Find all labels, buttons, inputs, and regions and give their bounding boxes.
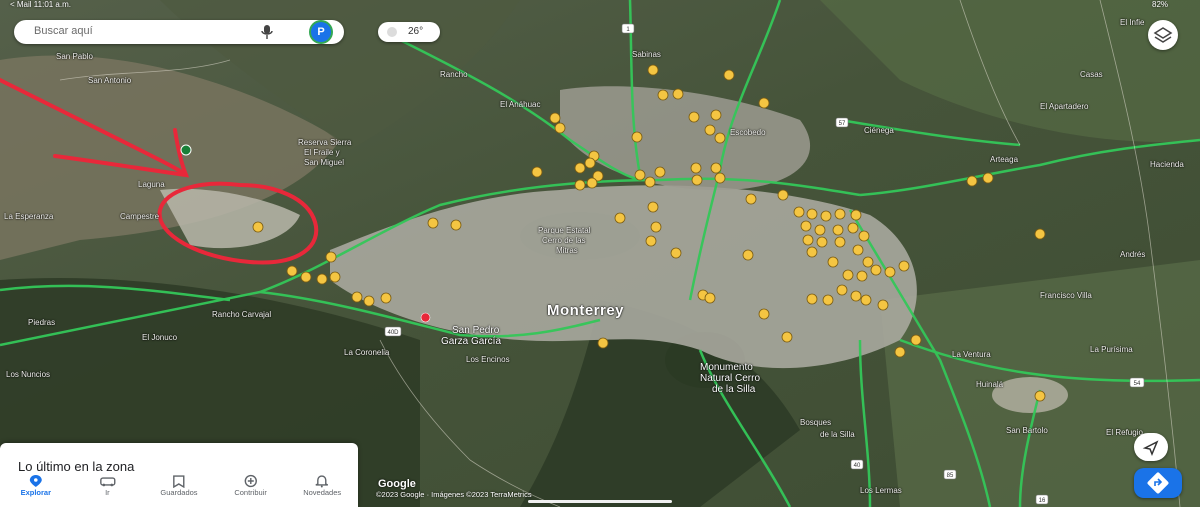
tab-label: Contribuir [234, 488, 267, 497]
add-circle-icon [244, 474, 257, 488]
label-los-nuncios[interactable]: Los Nuncios [6, 370, 50, 379]
tab-label: Guardados [160, 488, 198, 497]
bell-icon [315, 475, 329, 488]
label-andres[interactable]: Andrés [1120, 250, 1145, 259]
directions-icon [1147, 472, 1169, 494]
label-los-encinos[interactable]: Los Encinos [466, 355, 510, 364]
label-natural-cerro[interactable]: Natural Cerro [700, 373, 760, 384]
label-arteaga[interactable]: Arteaga [990, 155, 1018, 164]
map-attribution[interactable]: ©2023 Google · Imágenes ©2023 TerraMetri… [376, 490, 532, 499]
label-reserva-3[interactable]: San Miguel [304, 158, 344, 167]
weather-icon [387, 27, 397, 37]
status-battery: 82% [1152, 0, 1169, 9]
label-laguna[interactable]: Laguna [138, 180, 165, 189]
google-logo: Google [378, 478, 416, 490]
bottom-nav: Explorar Ir Guardados Contribuir Novedad… [0, 473, 358, 507]
label-de-la-silla-2[interactable]: de la Silla [820, 430, 855, 439]
weather-temperature: 26° [408, 26, 424, 37]
label-de-la-silla[interactable]: de la Silla [712, 384, 755, 395]
tab-explorar[interactable]: Explorar [0, 473, 72, 507]
label-el-infiernillo[interactable]: El Infie [1120, 18, 1144, 27]
shield-16: 16 [1039, 498, 1046, 504]
tab-label: Ir [105, 488, 110, 497]
label-parque-estatal[interactable]: Parque Estatal [538, 226, 590, 235]
label-la-purisima[interactable]: La Purísima [1090, 345, 1133, 354]
label-reserva-2[interactable]: El Fraile y [304, 148, 340, 157]
my-location-button[interactable] [1134, 433, 1168, 461]
label-escobedo[interactable]: Escobedo [730, 128, 766, 137]
layers-icon [1153, 27, 1173, 43]
weather-chip[interactable]: 26° [378, 22, 440, 42]
label-san-antonio[interactable]: San Antonio [88, 76, 131, 85]
label-la-coronelia[interactable]: La Coronelia [344, 348, 389, 357]
label-bosques[interactable]: Bosques [800, 418, 831, 427]
label-san-pablo[interactable]: San Pablo [56, 52, 93, 61]
label-campestre[interactable]: Campestre [120, 212, 159, 221]
navigation-arrow-icon [1142, 440, 1159, 456]
label-cienega[interactable]: Ciénega [864, 126, 894, 135]
label-monumento[interactable]: Monumento [700, 362, 753, 373]
shield-57: 57 [839, 121, 846, 127]
microphone-icon[interactable] [260, 24, 274, 40]
label-rancho[interactable]: Rancho [440, 70, 468, 79]
label-san-bartolo[interactable]: San Bartolo [1006, 426, 1048, 435]
label-mitras[interactable]: Mitras [556, 246, 578, 255]
label-sabinas[interactable]: Sabinas [632, 50, 661, 59]
label-la-esperanza[interactable]: La Esperanza [4, 212, 53, 221]
tab-label: Novedades [303, 488, 342, 497]
label-el-apartadero[interactable]: El Apartadero [1040, 102, 1088, 111]
label-la-ventura[interactable]: La Ventura [952, 350, 991, 359]
label-monterrey[interactable]: Monterrey [547, 302, 624, 319]
car-icon [99, 477, 116, 487]
shield-54: 54 [1134, 381, 1141, 387]
label-reserva-1[interactable]: Reserva Sierra [298, 138, 351, 147]
sheet-title: Lo último en la zona [18, 459, 135, 474]
bookmark-icon [173, 475, 185, 488]
layers-button[interactable] [1148, 20, 1178, 50]
tab-contribuir[interactable]: Contribuir [215, 473, 287, 507]
label-rancho-carvajal[interactable]: Rancho Carvajal [212, 310, 271, 319]
search-bar[interactable]: P [14, 20, 344, 44]
search-input[interactable] [34, 25, 234, 37]
shield-85: 85 [947, 473, 954, 479]
label-huinala[interactable]: Huinalá [976, 380, 1003, 389]
park-pin-icon [180, 144, 192, 156]
tab-label: Explorar [20, 488, 52, 497]
label-piedras[interactable]: Piedras [28, 318, 55, 327]
shield-40d: 40D [387, 330, 399, 336]
tab-novedades[interactable]: Novedades [286, 473, 358, 507]
shield-40: 40 [854, 463, 861, 469]
tab-guardados[interactable]: Guardados [143, 473, 215, 507]
label-los-lermas[interactable]: Los Lermas [860, 486, 902, 495]
bottom-sheet[interactable]: Lo último en la zona Explorar Ir Guardad… [0, 443, 358, 507]
location-pin-icon [29, 475, 42, 487]
tab-ir[interactable]: Ir [72, 473, 144, 507]
directions-button[interactable] [1134, 468, 1182, 498]
label-hacienda[interactable]: Hacienda [1150, 160, 1184, 169]
label-cerro-de-las[interactable]: Cerro de las [542, 236, 586, 245]
account-avatar[interactable]: P [311, 22, 331, 42]
status-bar-left: < Mail 11:01 a.m. [10, 0, 71, 9]
label-casas[interactable]: Casas [1080, 70, 1103, 79]
label-san-pedro[interactable]: San Pedro [452, 325, 499, 336]
label-francisco-villa[interactable]: Francisco Villa [1040, 291, 1092, 300]
home-indicator [528, 500, 672, 503]
label-anahuac[interactable]: El Anáhuac [500, 100, 540, 109]
label-garza-garcia[interactable]: Garza García [441, 336, 501, 347]
label-el-jonuco[interactable]: El Jonuco [142, 333, 177, 342]
